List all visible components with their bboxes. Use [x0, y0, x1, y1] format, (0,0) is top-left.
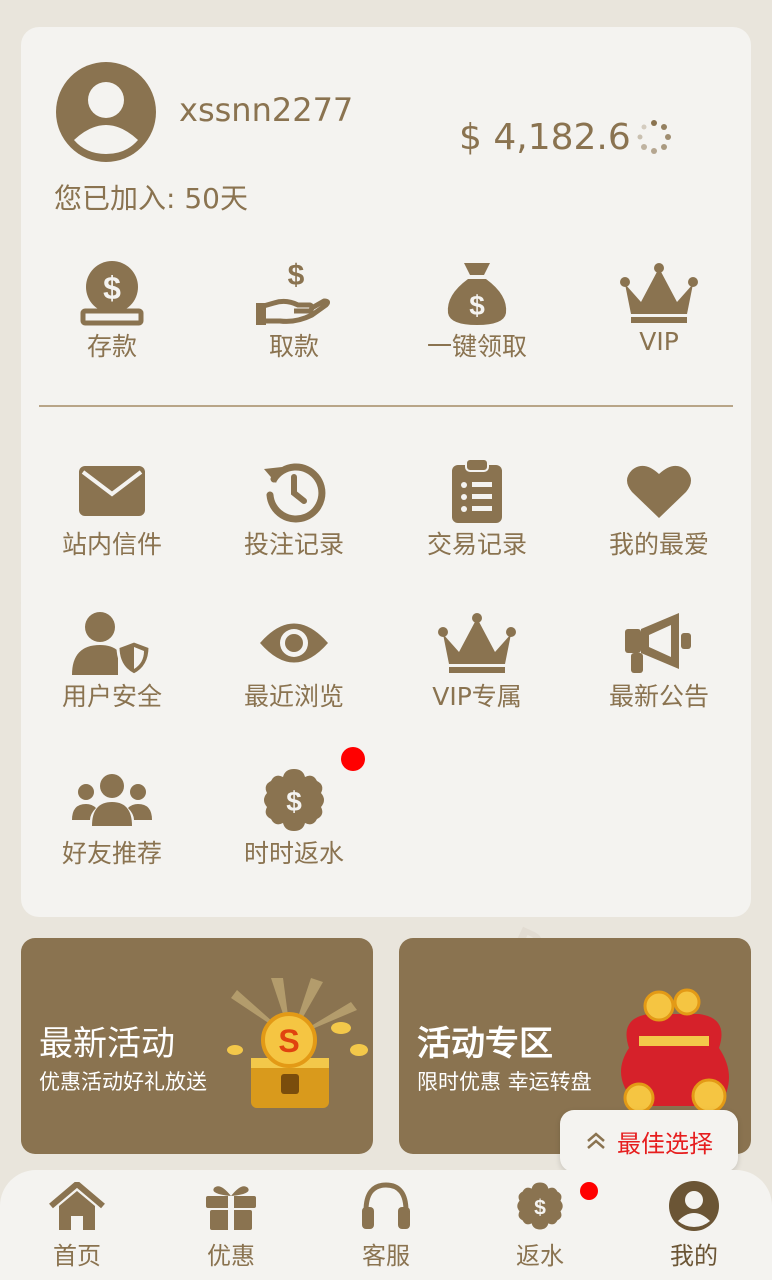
- notification-dot: [580, 1182, 598, 1200]
- refresh-spinner-icon[interactable]: [636, 119, 672, 155]
- vip-label: VIP: [639, 327, 679, 356]
- menu-label: 最新公告: [608, 682, 709, 711]
- claim-all-button[interactable]: $ 一键领取: [386, 255, 568, 375]
- crown-icon: [620, 263, 698, 323]
- promo-title: 活动专区: [417, 1024, 553, 1064]
- mail-icon: [79, 466, 145, 516]
- joined-days: 您已加入: 50天: [54, 182, 248, 215]
- menu-label: 时时返水: [243, 839, 344, 868]
- menu-item-recent[interactable]: 最近浏览: [203, 605, 385, 725]
- menu-item-security[interactable]: 用户安全: [21, 605, 203, 725]
- deposit-button[interactable]: $ 存款: [21, 255, 203, 375]
- menu-label: 交易记录: [426, 530, 527, 559]
- best-choice-label: 最佳选择: [617, 1129, 713, 1158]
- tab-home[interactable]: 首页: [0, 1170, 154, 1280]
- menu-label: 投注记录: [243, 530, 344, 559]
- treasure-chest-icon: S: [227, 978, 368, 1108]
- clipboard-icon: [452, 459, 502, 523]
- avatar[interactable]: [56, 62, 156, 162]
- home-icon: [49, 1182, 105, 1230]
- menu-label: VIP专属: [432, 682, 522, 711]
- quick-actions: $ 存款 $ 取款 $ 一键领取 VIP: [21, 255, 751, 375]
- promo-latest-events[interactable]: 最新活动 优惠活动好礼放送 S: [21, 938, 373, 1154]
- menu-row: 好友推荐 $ 时时返水: [21, 762, 751, 882]
- menu-label: 站内信件: [61, 530, 162, 559]
- promo-subtitle: 限时优惠 幸运转盘: [417, 1070, 592, 1094]
- user-icon: [669, 1181, 719, 1231]
- menu-item-messages[interactable]: 站内信件: [21, 453, 203, 573]
- eye-icon: [260, 623, 328, 663]
- tab-customer-service[interactable]: 客服: [309, 1170, 463, 1280]
- withdraw-label: 取款: [268, 332, 319, 361]
- menu-item-favorites[interactable]: 我的最爱: [568, 453, 750, 573]
- account-card: xssnn2277 $ 4,182.6 您已加入: 50天 $ 存款 $ 取款 …: [21, 27, 751, 917]
- user-shield-icon: [72, 612, 152, 675]
- users-icon: [72, 774, 152, 826]
- svg-text:$: $: [103, 270, 121, 306]
- menu-row: 用户安全 最近浏览 VIP专属 最新公告: [21, 605, 751, 725]
- heart-icon: [627, 465, 691, 518]
- menu-item-announcements[interactable]: 最新公告: [568, 605, 750, 725]
- tab-label: 返水: [516, 1242, 564, 1270]
- vip-button[interactable]: VIP: [568, 255, 750, 375]
- rebate-icon: $: [264, 769, 324, 831]
- menu-item-vip-exclusive[interactable]: VIP专属: [386, 605, 568, 725]
- crown-icon: [438, 613, 516, 673]
- menu-label: 最近浏览: [243, 682, 344, 711]
- menu-item-rebate[interactable]: $ 时时返水: [203, 762, 385, 882]
- claim-all-label: 一键领取: [426, 332, 527, 361]
- withdraw-icon: $: [256, 259, 331, 325]
- money-bag-icon: $: [447, 263, 507, 325]
- balance-amount: $ 4,182.6: [459, 117, 631, 158]
- megaphone-icon: [625, 613, 691, 673]
- menu-item-referral[interactable]: 好友推荐: [21, 762, 203, 882]
- menu-label: 我的最爱: [608, 530, 709, 559]
- svg-text:$: $: [534, 1196, 546, 1219]
- tab-label: 客服: [362, 1242, 410, 1270]
- user-avatar-icon: [56, 62, 156, 162]
- best-choice-button[interactable]: 最佳选择: [560, 1110, 738, 1172]
- menu-label: 用户安全: [61, 682, 162, 711]
- notification-dot: [341, 747, 365, 771]
- promo-title: 最新活动: [39, 1024, 175, 1064]
- gift-icon: [206, 1186, 256, 1230]
- promo-subtitle: 优惠活动好礼放送: [39, 1070, 207, 1094]
- username: xssnn2277: [179, 91, 354, 129]
- history-icon: [264, 463, 326, 523]
- deposit-label: 存款: [86, 332, 137, 361]
- menu-row: 站内信件 投注记录 交易记录 我的最爱: [21, 453, 751, 573]
- double-chevron-up-icon: [587, 1132, 605, 1149]
- svg-text:$: $: [469, 290, 485, 321]
- menu-item-transactions[interactable]: 交易记录: [386, 453, 568, 573]
- rebate-icon: $: [517, 1182, 563, 1230]
- deposit-icon: $: [80, 261, 144, 326]
- menu-item-bet-history[interactable]: 投注记录: [203, 453, 385, 573]
- menu-label: 好友推荐: [61, 839, 162, 868]
- tab-promotions[interactable]: 优惠: [154, 1170, 308, 1280]
- lucky-bag-icon: [621, 988, 729, 1114]
- svg-text:S: S: [278, 1023, 299, 1059]
- withdraw-button[interactable]: $ 取款: [203, 255, 385, 375]
- svg-text:$: $: [286, 786, 302, 817]
- divider: [39, 405, 733, 407]
- tab-label: 首页: [53, 1242, 101, 1270]
- tab-label: 优惠: [207, 1242, 255, 1270]
- bottom-tab-bar: 首页 优惠 客服 $ 返水 我的: [0, 1170, 772, 1280]
- tab-mine[interactable]: 我的: [617, 1170, 771, 1280]
- tab-label: 我的: [670, 1242, 718, 1270]
- svg-text:$: $: [288, 259, 305, 292]
- headset-icon: [362, 1182, 410, 1229]
